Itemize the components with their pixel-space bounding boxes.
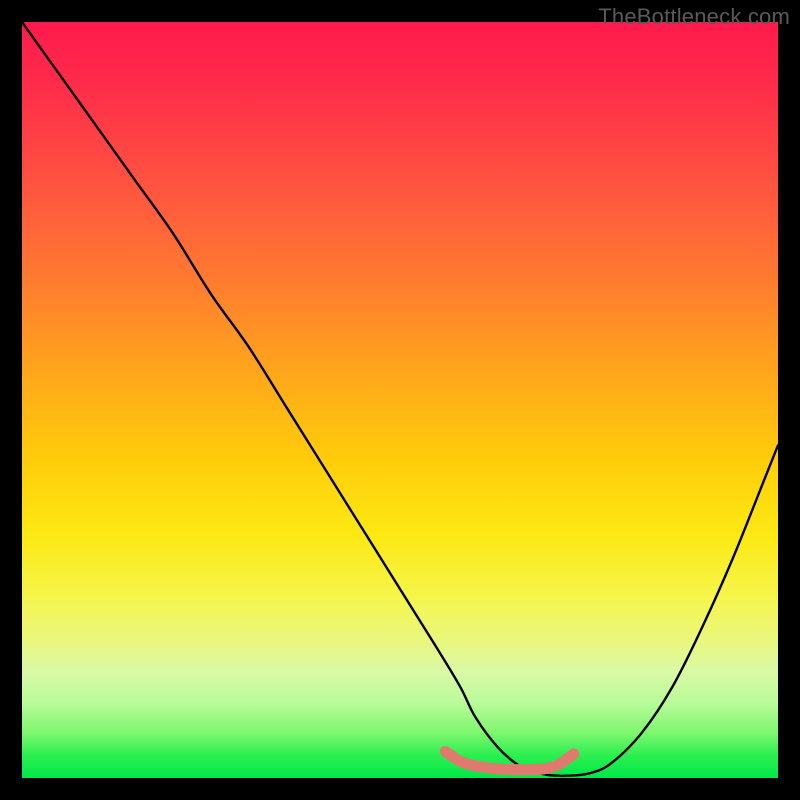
chart-container: TheBottleneck.com [0,0,800,800]
chart-svg [22,22,778,778]
plot-area [22,22,778,778]
bottleneck-curve-line [22,22,778,776]
watermark-text: TheBottleneck.com [598,4,790,30]
optimal-range-highlight [445,752,574,770]
